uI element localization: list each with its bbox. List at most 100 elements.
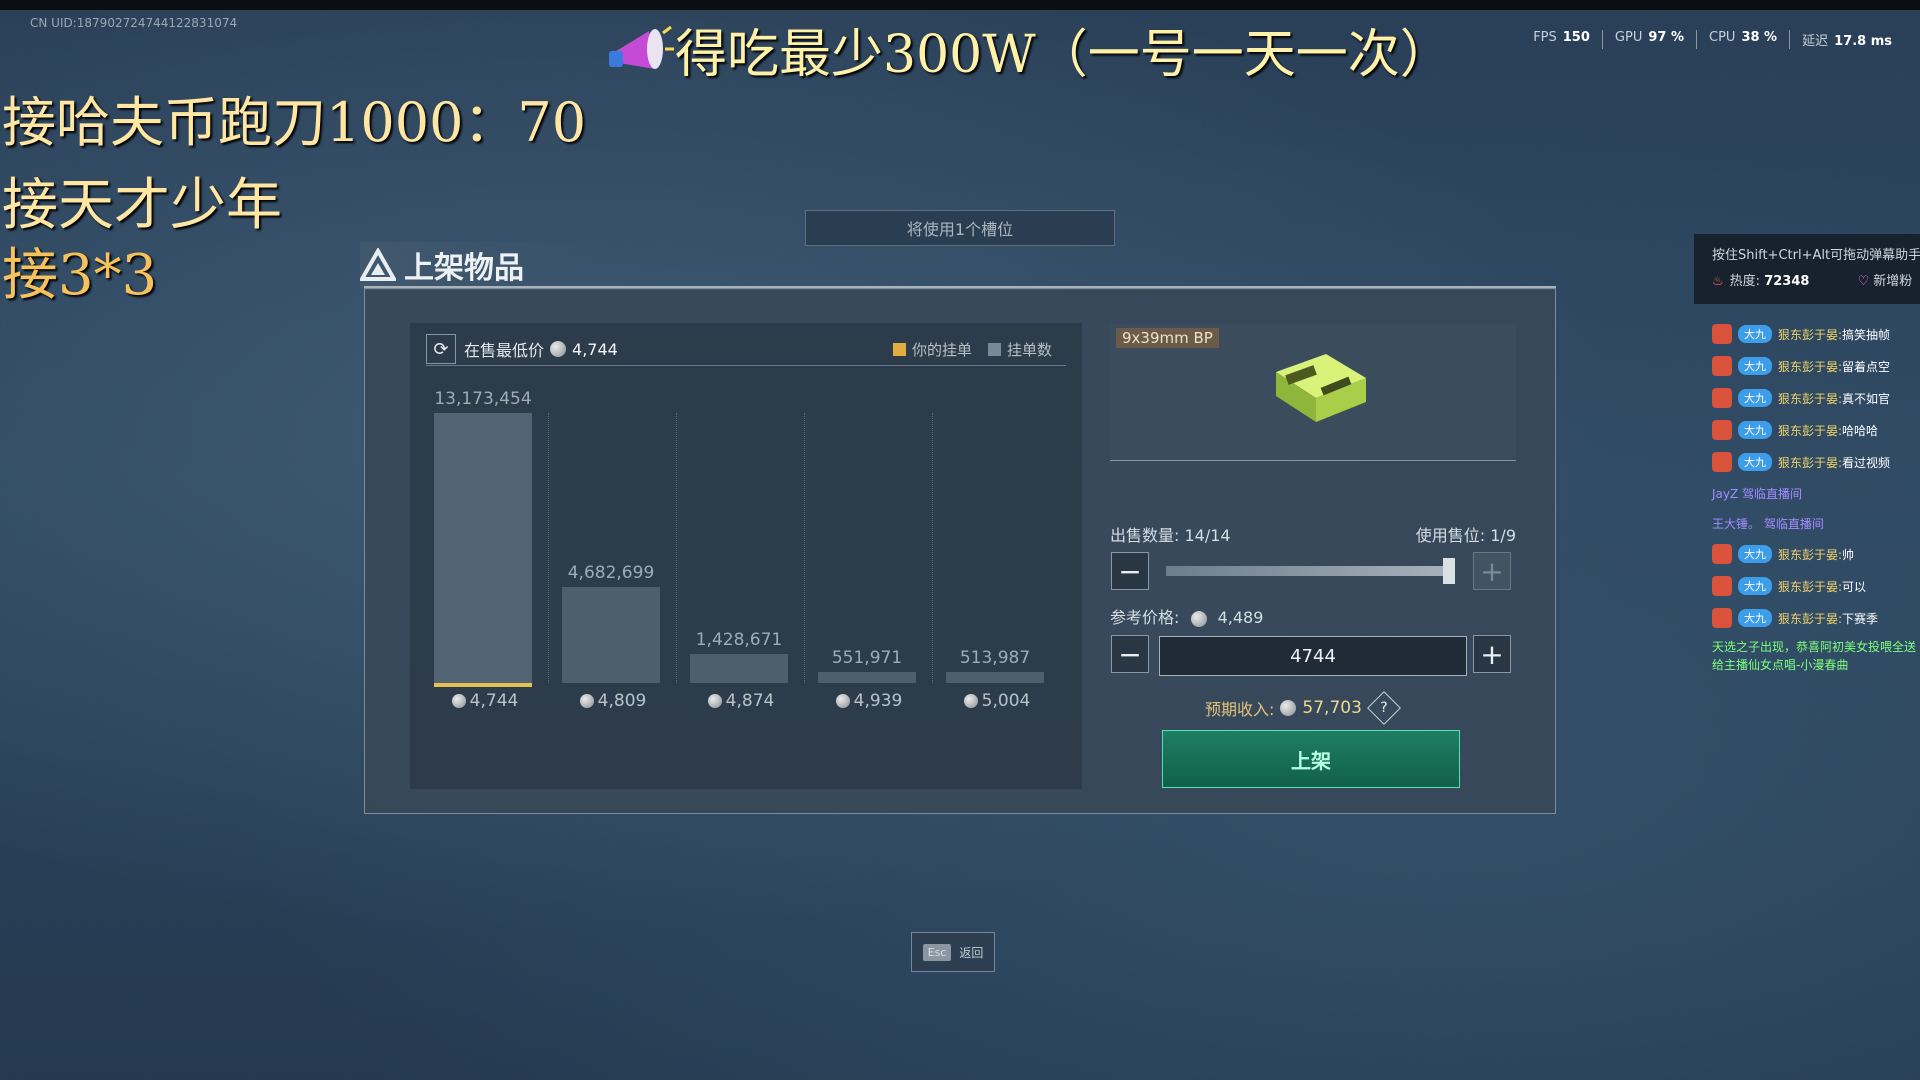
slots-value: 1/9: [1490, 526, 1516, 545]
bar-price-label[interactable]: 4,939: [803, 691, 931, 711]
chat-message: 大九 狠东彭于晏: 帅: [1712, 538, 1920, 570]
gpu-value: 97 %: [1648, 30, 1684, 45]
chart-gridline: [548, 413, 549, 683]
cpu-label: CPU: [1709, 30, 1736, 45]
price-input[interactable]: [1159, 636, 1467, 676]
legend-count: 挂单数: [987, 339, 1052, 360]
chart-plot-area: 13,173,454 4,744 4,682,699 4,809 1,428,671 4,…: [410, 383, 1082, 789]
lowest-price-value: 4,744: [572, 339, 618, 359]
danmaku-hint: 按住Shift+Ctrl+Alt可拖动弹幕助手: [1712, 248, 1920, 263]
bar-price-label[interactable]: 4,744: [419, 691, 547, 711]
reference-price-value: 4,489: [1217, 608, 1264, 627]
chat-text: 下赛季: [1842, 611, 1879, 626]
fan-badge: 大九: [1738, 609, 1772, 627]
coin-icon: [451, 694, 466, 708]
triangle-logo-icon: [358, 246, 398, 282]
bar-price-label[interactable]: 5,004: [931, 691, 1059, 711]
quantity-label: 出售数量:: [1110, 526, 1180, 545]
bar-price-label-text: 5,004: [981, 691, 1031, 711]
heat-label: 热度:: [1729, 274, 1761, 289]
fan-badge: 大九: [1738, 357, 1772, 375]
lowest-price-label: 在售最低价: [464, 341, 545, 360]
heat-value: 72348: [1764, 274, 1810, 289]
quantity-row: 出售数量: 14/14 使用售位: 1/9: [1110, 522, 1516, 546]
quantity-slider-thumb[interactable]: [1443, 558, 1455, 584]
avatar: [1712, 544, 1732, 564]
avatar: [1712, 608, 1732, 628]
panel-title-text: 上架物品: [404, 251, 524, 286]
bar-value-label: 4,682,699: [567, 563, 655, 583]
stream-overlay-line2: 接天才少年: [2, 173, 282, 238]
reference-price-label: 参考价格:: [1110, 608, 1180, 627]
avatar: [1712, 576, 1732, 596]
fan-badge: 大九: [1738, 421, 1772, 439]
quantity-minus-button[interactable]: −: [1111, 552, 1149, 590]
coin-icon: [1190, 610, 1207, 627]
avatar: [1712, 388, 1732, 408]
avatar: [1712, 356, 1732, 376]
chat-message: 大九 狠东彭于晏: 可以: [1712, 570, 1920, 602]
legend-count-swatch: [987, 343, 1001, 356]
bar-price-label-text: 4,809: [597, 691, 647, 711]
chat-text: 哈哈哈: [1842, 423, 1879, 438]
chart-header: ⟳ 在售最低价 4,744 你的挂单 挂单数: [426, 333, 1066, 366]
bar-value-label: 551,971: [831, 648, 903, 668]
list-item-button[interactable]: 上架: [1162, 730, 1460, 788]
gift-message: 天选之子出现，恭喜阿初美女投喂全送给主播仙女点唱-小漫春曲: [1712, 640, 1917, 672]
stream-banner: 得吃最少300W（一号一天一次）: [605, 12, 1452, 87]
bar-value-label: 13,173,454: [434, 389, 532, 409]
legend-yours-label: 你的挂单: [911, 341, 972, 359]
price-plus-button[interactable]: +: [1473, 635, 1511, 673]
back-label: 返回: [959, 945, 984, 960]
chat-user: 狠东彭于晏:: [1778, 327, 1843, 342]
coin-icon: [579, 694, 594, 708]
chat-text: 可以: [1842, 579, 1867, 594]
quantity-value: 14/14: [1184, 526, 1231, 545]
bar-value-label: 513,987: [959, 648, 1031, 668]
chat-text: 留着点空: [1842, 359, 1891, 374]
chat-user: 狠东彭于晏:: [1778, 423, 1843, 438]
chat-user: 狠东彭于晏:: [1778, 611, 1843, 626]
esc-key-label: Esc: [922, 943, 952, 961]
banner-text: 得吃最少300W（一号一天一次）: [675, 25, 1452, 85]
legend-count-label: 挂单数: [1006, 341, 1052, 359]
stream-overlay-line3: 接3*3: [2, 243, 158, 308]
slots-label: 使用售位:: [1415, 526, 1486, 545]
price-minus-button[interactable]: −: [1111, 635, 1149, 673]
chat-text: 搞笑抽帧: [1842, 327, 1891, 342]
cpu-metric: CPU 38 %: [1696, 30, 1789, 49]
bar-price-label[interactable]: 4,809: [547, 691, 675, 711]
quantity-slider[interactable]: [1166, 566, 1454, 576]
bar-price-label-text: 4,939: [853, 691, 903, 711]
chart-bar: [946, 672, 1044, 683]
fire-icon: ♨: [1712, 274, 1724, 289]
fps-metric: FPS 150: [1521, 30, 1602, 49]
coin-icon: [1280, 700, 1297, 716]
chat-text: 帅: [1842, 547, 1855, 562]
chart-bar: [690, 654, 788, 683]
avatar: [1712, 452, 1732, 472]
chart-bar: [818, 672, 916, 683]
coin-icon: [550, 341, 567, 357]
refresh-icon[interactable]: ⟳: [426, 334, 456, 364]
back-button[interactable]: Esc 返回: [911, 932, 995, 972]
bar-price-label[interactable]: 4,874: [675, 691, 803, 711]
chat-user: 狠东彭于晏:: [1778, 391, 1843, 406]
danmaku-header: 按住Shift+Ctrl+Alt可拖动弹幕助手 ♨ 热度: 72348 ♡ 新增粉: [1694, 234, 1920, 304]
bar-price-label-text: 4,744: [469, 691, 519, 711]
chart-gridline: [804, 413, 805, 683]
slot-hint: 将使用1个槽位: [805, 210, 1115, 246]
fan-badge: 大九: [1738, 545, 1772, 563]
chat-user: 狠东彭于晏:: [1778, 359, 1843, 374]
item-name-tag: 9x39mm BP: [1116, 328, 1219, 348]
quantity-plus-button[interactable]: +: [1473, 552, 1511, 590]
income-value: 57,703: [1302, 698, 1362, 718]
chart-bar: [434, 413, 532, 687]
price-distribution-chart: ⟳ 在售最低价 4,744 你的挂单 挂单数 13,173,454 4,744 4,…: [410, 323, 1082, 789]
avatar: [1712, 420, 1732, 440]
danmaku-list: 大九 狠东彭于晏: 搞笑抽帧 大九 狠东彭于晏: 留着点空 大九 狠东彭于晏: 真不如官 大…: [1712, 318, 1920, 674]
help-icon[interactable]: ?: [1366, 691, 1401, 725]
item-preview: 9x39mm BP: [1110, 324, 1516, 461]
gpu-label: GPU: [1614, 30, 1643, 45]
reference-price-row: 参考价格: 4,489: [1110, 604, 1263, 628]
